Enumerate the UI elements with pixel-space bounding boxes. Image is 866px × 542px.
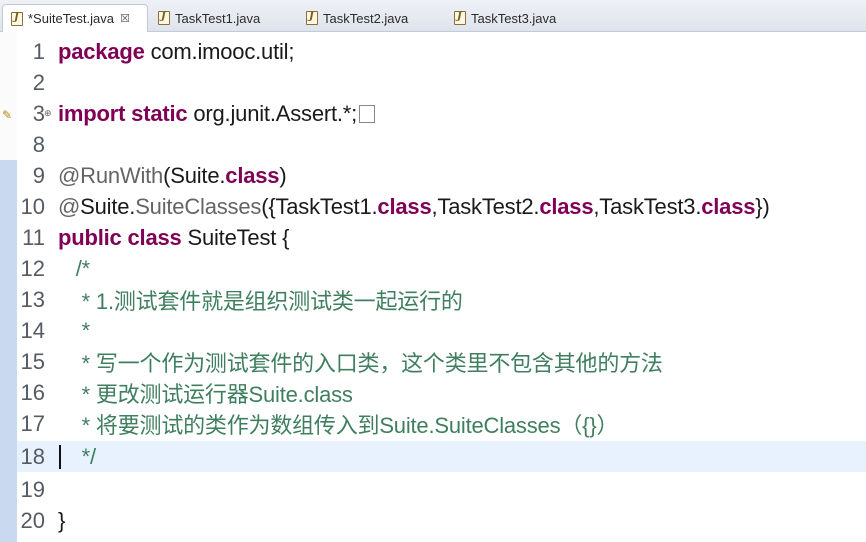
comment-text: * 写一个作为测试套件的入口类，这个类里不包含其他的方法 xyxy=(58,350,663,376)
code-line[interactable]: 17 * 将要测试的类作为数组传入到Suite.SuiteClasses（{}） xyxy=(0,408,866,439)
close-tab-icon[interactable]: ☒ xyxy=(120,12,130,25)
line-number: 18 xyxy=(20,443,45,469)
line-number: 17 xyxy=(20,410,45,436)
tab-label: TaskTest3.java xyxy=(471,10,557,26)
tab-tasktest3[interactable]: J TaskTest3.java xyxy=(446,4,594,32)
code-text: @RunWith(Suite.class) xyxy=(58,162,287,188)
code-line[interactable]: 3 ⊕ import static org.junit.Assert.*; xyxy=(0,98,866,129)
code-line[interactable]: 1 package com.imooc.util; xyxy=(0,36,866,67)
java-file-icon: J xyxy=(454,11,466,25)
tab-tasktest2[interactable]: J TaskTest2.java xyxy=(298,4,446,32)
code-text: import static org.junit.Assert.*; xyxy=(58,101,376,127)
code-line[interactable]: 11 public class SuiteTest { xyxy=(0,222,866,253)
line-number: 14 xyxy=(20,317,45,343)
line-number: 20 xyxy=(20,507,45,533)
code-line[interactable]: 20 } xyxy=(0,505,866,536)
code-line[interactable]: 13 * 1.测试套件就是组织测试类一起运行的 xyxy=(0,284,866,315)
code-line[interactable]: 14 * xyxy=(0,315,866,346)
code-line[interactable]: 15 * 写一个作为测试套件的入口类，这个类里不包含其他的方法 xyxy=(0,346,866,377)
tab-label: TaskTest2.java xyxy=(323,10,409,26)
code-line[interactable]: 10 @Suite.SuiteClasses({TaskTest1.class,… xyxy=(0,191,866,222)
tab-suitetest[interactable]: J *SuiteTest.java ☒ xyxy=(2,4,148,32)
line-number: 3 xyxy=(32,100,45,126)
editor-tab-bar: J *SuiteTest.java ☒ J TaskTest1.java J T… xyxy=(0,0,866,32)
line-number: 16 xyxy=(20,379,45,405)
line-number: 8 xyxy=(32,131,45,157)
code-line[interactable]: 19 xyxy=(0,474,866,505)
comment-text: * xyxy=(58,317,91,343)
code-text: } xyxy=(58,507,66,533)
code-line[interactable]: 9 @RunWith(Suite.class) xyxy=(0,160,866,191)
folded-imports-icon xyxy=(359,104,376,123)
line-number: 9 xyxy=(32,162,45,188)
code-editor[interactable]: ✎ 1 package com.imooc.util; 2 3 ⊕ import… xyxy=(0,32,866,542)
comment-text: * 1.测试套件就是组织测试类一起运行的 xyxy=(58,288,463,314)
comment-text: /* xyxy=(58,255,91,281)
java-file-icon: J xyxy=(158,11,170,25)
tab-tasktest1[interactable]: J TaskTest1.java xyxy=(150,4,298,32)
tab-label: TaskTest1.java xyxy=(175,10,261,26)
line-number: 13 xyxy=(20,286,45,312)
comment-text: * 更改测试运行器Suite.class xyxy=(58,381,353,407)
code-text: public class SuiteTest { xyxy=(58,224,290,250)
line-number: 10 xyxy=(20,193,45,219)
line-number: 11 xyxy=(22,224,45,250)
comment-text: */ xyxy=(58,443,96,469)
fold-expand-icon[interactable]: ⊕ xyxy=(44,108,52,119)
code-text: package com.imooc.util; xyxy=(58,38,295,64)
tab-label: *SuiteTest.java xyxy=(28,11,114,26)
code-line[interactable]: 8 xyxy=(0,129,866,160)
line-number: 15 xyxy=(20,348,45,374)
java-file-icon: J xyxy=(11,11,23,26)
code-line[interactable]: 12 /* xyxy=(0,253,866,284)
line-number: 12 xyxy=(20,255,45,281)
line-number: 1 xyxy=(32,38,45,64)
code-line-current[interactable]: 18 */ xyxy=(17,441,866,472)
code-text: @Suite.SuiteClasses({TaskTest1.class,Tas… xyxy=(58,193,770,219)
line-number: 19 xyxy=(20,476,45,502)
java-file-icon: J xyxy=(306,11,318,25)
comment-text: * 将要测试的类作为数组传入到Suite.SuiteClasses（{}） xyxy=(58,412,619,438)
line-number: 2 xyxy=(32,69,45,95)
code-line[interactable]: 2 xyxy=(0,67,866,98)
code-line[interactable]: 16 * 更改测试运行器Suite.class xyxy=(0,377,866,408)
